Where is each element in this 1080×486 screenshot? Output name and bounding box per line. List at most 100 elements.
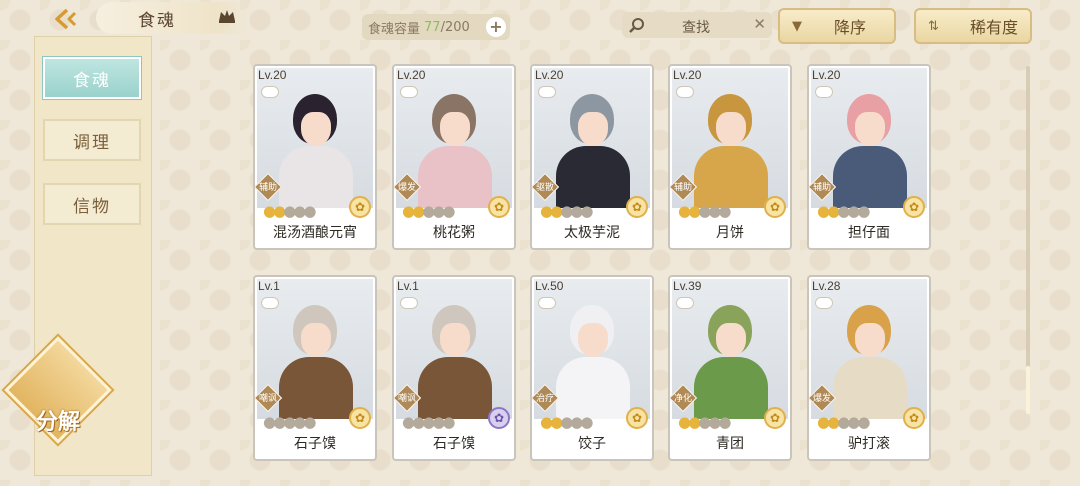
- star-icon: ●: [402, 202, 415, 220]
- star-rating: ● ● ● ● ●: [540, 202, 593, 220]
- star-icon: ●: [412, 413, 425, 431]
- food-soul-card[interactable]: Lv.39 净化 ● ● ● ● ● ✿ 青团: [668, 275, 792, 461]
- star-icon: ●: [442, 202, 455, 220]
- character-face: [716, 112, 746, 146]
- star-icon: ●: [857, 413, 870, 431]
- star-rating: ● ● ● ● ●: [263, 202, 316, 220]
- bond-icon: [815, 297, 833, 309]
- flower-rank-icon: ✿: [903, 196, 925, 218]
- bond-icon: [400, 86, 418, 98]
- flower-rank-icon: ✿: [349, 196, 371, 218]
- character-outfit: [556, 146, 630, 208]
- card-name: 石子馍: [294, 436, 336, 452]
- tab-conditioning[interactable]: 调理: [43, 119, 141, 161]
- sort-order-button[interactable]: ▼ 降序: [778, 8, 896, 44]
- role-label: 辅助: [258, 183, 277, 193]
- rarity-label: 稀有度: [970, 18, 1019, 37]
- bond-icon: [538, 86, 556, 98]
- card-name: 驴打滚: [848, 436, 890, 452]
- role-badge: 辅助: [670, 172, 698, 202]
- star-rating: ● ● ● ● ●: [817, 202, 870, 220]
- food-soul-card[interactable]: Lv.20 辅助 ● ● ● ● ● ✿ 担仔面: [807, 64, 931, 250]
- star-icon: ●: [570, 202, 583, 220]
- star-icon: ●: [708, 413, 721, 431]
- role-label: 嘲讽: [397, 394, 416, 404]
- role-label: 辅助: [812, 183, 831, 193]
- top-bar: 食魂 食魂容量 77 /200 + 查找 ✕ ▼ 降序 ⇅ 稀有度: [0, 0, 1080, 46]
- tab-label: 信物: [73, 196, 111, 217]
- tab-food-souls[interactable]: 食魂: [43, 57, 141, 99]
- card-name: 担仔面: [848, 225, 890, 241]
- star-icon: ●: [688, 202, 701, 220]
- star-icon: ●: [817, 202, 830, 220]
- role-badge: 净化: [670, 383, 698, 413]
- card-name: 饺子: [578, 436, 606, 452]
- role-label: 驱散: [535, 183, 554, 193]
- star-icon: ●: [540, 413, 553, 431]
- character-outfit: [694, 357, 768, 419]
- food-soul-card[interactable]: Lv.50 治疗 ● ● ● ● ● ✿ 饺子: [530, 275, 654, 461]
- star-icon: ●: [293, 413, 306, 431]
- food-soul-card[interactable]: Lv.28 爆发 ● ● ● ● ● ✿ 驴打滚: [807, 275, 931, 461]
- star-icon: ●: [678, 413, 691, 431]
- flower-rank-icon: ✿: [488, 407, 510, 429]
- character-face: [301, 323, 331, 357]
- food-soul-card[interactable]: Lv.1 嘲讽 ● ● ● ● ● ✿ 石子馍: [392, 275, 516, 461]
- character-face: [855, 323, 885, 357]
- flower-rank-icon: ✿: [488, 196, 510, 218]
- expand-capacity-button[interactable]: +: [486, 17, 506, 37]
- food-soul-card[interactable]: Lv.20 爆发 ● ● ● ● ● ✿ 桃花粥: [392, 64, 516, 250]
- decompose-label: 分解: [35, 409, 80, 435]
- star-icon: ●: [678, 202, 691, 220]
- scrollbar-thumb[interactable]: [1026, 366, 1030, 414]
- star-icon: ●: [708, 202, 721, 220]
- triangle-down-icon: ▼: [792, 18, 802, 34]
- level-label: Lv.20: [535, 68, 564, 82]
- level-label: Lv.39: [673, 279, 702, 293]
- star-icon: ●: [688, 413, 701, 431]
- search-box[interactable]: 查找 ✕: [622, 12, 772, 38]
- bond-icon: [261, 86, 279, 98]
- level-label: Lv.1: [397, 279, 419, 293]
- role-badge: 嘲讽: [394, 383, 422, 413]
- role-badge: 爆发: [394, 172, 422, 202]
- character-outfit: [279, 146, 353, 208]
- page-title: 食魂: [138, 10, 176, 31]
- level-label: Lv.20: [673, 68, 702, 82]
- star-icon: ●: [550, 413, 563, 431]
- sort-arrows-icon: ⇅: [928, 18, 939, 34]
- character-face: [440, 112, 470, 146]
- star-icon: ●: [698, 413, 711, 431]
- character-outfit: [833, 146, 907, 208]
- tab-tokens[interactable]: 信物: [43, 183, 141, 225]
- star-rating: ● ● ● ● ●: [540, 413, 593, 431]
- rarity-filter-button[interactable]: ⇅ 稀有度: [914, 8, 1032, 44]
- star-icon: ●: [432, 202, 445, 220]
- star-icon: ●: [283, 413, 296, 431]
- clear-search-icon[interactable]: ✕: [753, 15, 766, 33]
- role-label: 净化: [673, 394, 692, 404]
- level-label: Lv.20: [812, 68, 841, 82]
- role-badge: 辅助: [809, 172, 837, 202]
- character-outfit: [418, 146, 492, 208]
- food-soul-card[interactable]: Lv.1 嘲讽 ● ● ● ● ● ✿ 石子馍: [253, 275, 377, 461]
- star-icon: ●: [402, 413, 415, 431]
- star-icon: ●: [412, 202, 425, 220]
- food-soul-card[interactable]: Lv.20 驱散 ● ● ● ● ● ✿ 太极芋泥: [530, 64, 654, 250]
- food-soul-card[interactable]: Lv.20 辅助 ● ● ● ● ● ✿ 混汤酒酿元宵: [253, 64, 377, 250]
- star-icon: ●: [422, 413, 435, 431]
- level-label: Lv.28: [812, 279, 841, 293]
- character-outfit: [418, 357, 492, 419]
- star-rating: ● ● ● ● ●: [402, 202, 455, 220]
- star-icon: ●: [442, 413, 455, 431]
- character-face: [578, 323, 608, 357]
- star-icon: ●: [857, 202, 870, 220]
- star-icon: ●: [273, 202, 286, 220]
- back-button[interactable]: [50, 4, 86, 34]
- character-face: [440, 323, 470, 357]
- scrollbar-track[interactable]: [1026, 66, 1030, 414]
- star-rating: ● ● ● ● ●: [678, 202, 731, 220]
- star-icon: ●: [293, 202, 306, 220]
- food-soul-card[interactable]: Lv.20 辅助 ● ● ● ● ● ✿ 月饼: [668, 64, 792, 250]
- star-icon: ●: [560, 413, 573, 431]
